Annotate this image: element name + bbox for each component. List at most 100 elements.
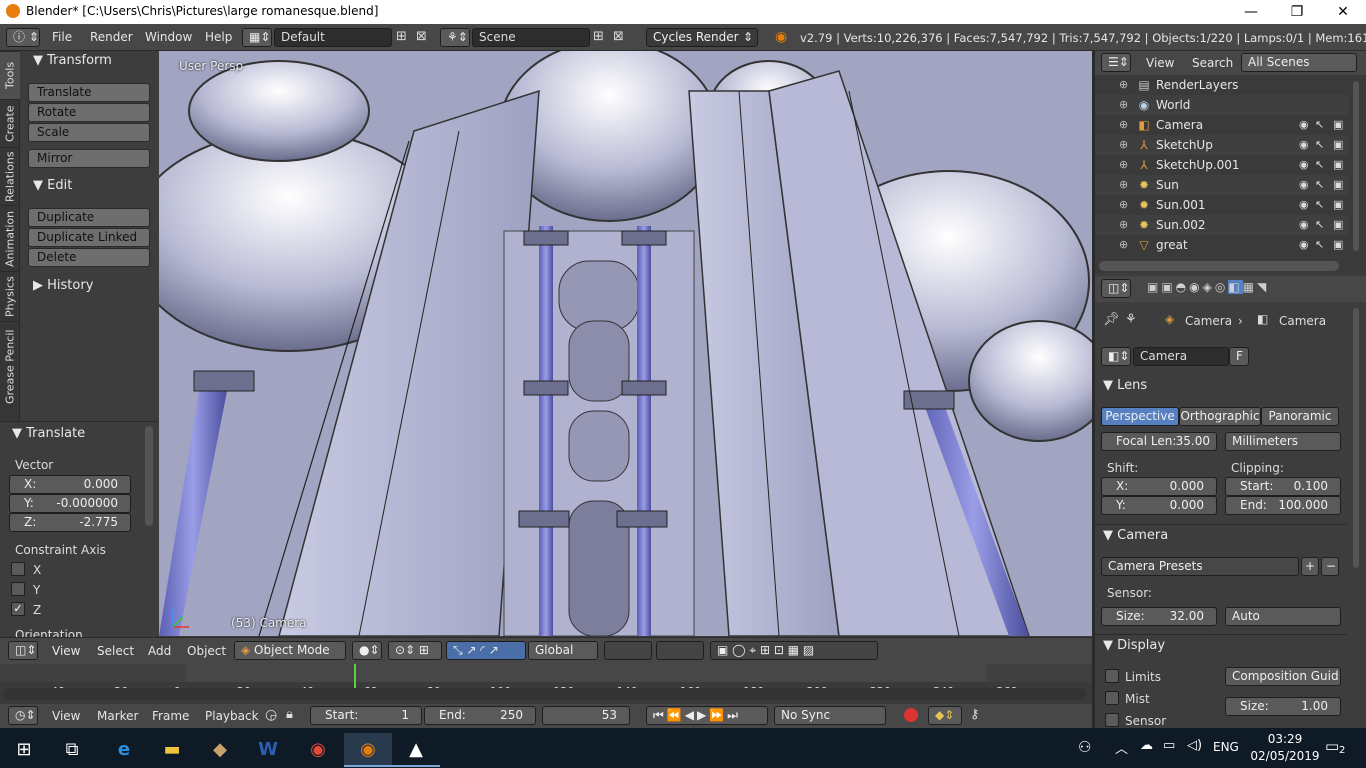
expand-icon[interactable]: ⊕ — [1119, 118, 1128, 131]
visibility-icon[interactable]: ◉ — [1299, 178, 1309, 191]
select-icon[interactable]: ↖ — [1315, 138, 1324, 151]
shift-x-field[interactable]: X: 0.000 — [1101, 477, 1217, 496]
outliner-row[interactable]: ⊕ ✹ Sun.002 ◉ ↖ ▣ — [1095, 215, 1349, 235]
select-icon[interactable]: ↖ — [1315, 218, 1324, 231]
properties-context-tabs[interactable]: ▣▣◓◉◈◎◧▦◥ — [1141, 279, 1321, 298]
viewport-menu-view[interactable]: View — [52, 644, 80, 658]
expand-icon[interactable]: ⊕ — [1119, 78, 1128, 91]
constraint-z-checkbox[interactable]: ✓ — [11, 602, 25, 616]
mirror-button[interactable]: Mirror — [28, 149, 150, 168]
timeline-menu-view[interactable]: View — [52, 709, 80, 723]
editor-type-info-button[interactable]: ⓘ ⇕ — [6, 28, 40, 47]
focal-length-field[interactable]: Focal Len: 35.00 — [1101, 432, 1217, 451]
vector-x-field[interactable]: X: 0.000 — [9, 475, 131, 494]
mist-checkbox[interactable] — [1105, 691, 1119, 705]
select-icon[interactable]: ↖ — [1315, 178, 1324, 191]
screen-layout-icon[interactable]: ▦⇕ — [242, 28, 272, 47]
show-hidden-icons[interactable]: ︿ — [1115, 738, 1128, 757]
keyframe-icon[interactable]: ⚷ — [970, 707, 980, 722]
edit-panel-header[interactable]: ▼ Edit — [33, 178, 72, 193]
expand-icon[interactable]: ⊕ — [1119, 218, 1128, 231]
notifications-icon[interactable]: ▭ — [1325, 737, 1339, 755]
operator-header[interactable]: ▼ Translate — [12, 426, 85, 441]
render-icon[interactable]: ▣ — [1333, 218, 1343, 231]
record-icon[interactable] — [904, 708, 918, 722]
outliner-menu-search[interactable]: Search — [1192, 56, 1233, 70]
scene-icon[interactable]: ⚘⇕ — [440, 28, 470, 47]
viewport-menu-select[interactable]: Select — [97, 644, 134, 658]
tab-tools[interactable]: Tools — [0, 51, 20, 99]
outliner-row[interactable]: ⊕ ✹ Sun.001 ◉ ↖ ▣ — [1095, 195, 1349, 215]
viewport-shading-button[interactable]: ●⇕ — [352, 641, 382, 660]
composition-guides-dropdown[interactable]: Composition Guid — [1225, 667, 1341, 686]
end-frame-field[interactable]: End: 250 — [424, 706, 536, 725]
scale-button[interactable]: Scale — [28, 123, 150, 142]
select-icon[interactable]: ↖ — [1315, 198, 1324, 211]
language-indicator[interactable]: ENG — [1213, 740, 1239, 754]
tab-relations[interactable]: Relations — [0, 147, 20, 205]
expand-icon[interactable]: ⊕ — [1119, 158, 1128, 171]
mode-dropdown[interactable]: ◈ Object Mode — [234, 641, 346, 660]
camera-panel-header[interactable]: ▼ Camera — [1103, 528, 1168, 543]
tab-create[interactable]: Create — [0, 99, 20, 147]
vector-y-field[interactable]: Y: -0.000000 — [9, 494, 131, 513]
sketchup-icon[interactable]: ◆ — [196, 733, 244, 767]
display-panel-header[interactable]: ▼ Display — [1103, 638, 1165, 653]
task-view-icon[interactable]: ⧉ — [48, 733, 96, 767]
visibility-icon[interactable]: ◉ — [1299, 158, 1309, 171]
breadcrumb-camera-data[interactable]: Camera — [1279, 314, 1326, 328]
camera-datablock-browse[interactable]: ◧⇕ — [1101, 347, 1131, 366]
photos-icon[interactable]: ▲ — [392, 733, 440, 767]
timeline-area[interactable]: -40-200204060801001201401601802002202402… — [0, 664, 1092, 704]
lock-icon[interactable]: 🔒︎ — [286, 707, 293, 722]
sensor-size-field[interactable]: Size: 32.00 — [1101, 607, 1217, 626]
translate-button[interactable]: Translate — [28, 83, 150, 102]
transform-orientation-dropdown[interactable]: Global — [528, 641, 598, 660]
history-panel-header[interactable]: ▶ History — [33, 278, 93, 293]
windows-start-icon[interactable]: ⊞ — [0, 733, 48, 767]
layers-grid-2[interactable] — [656, 641, 704, 660]
tab-animation[interactable]: Animation — [0, 205, 20, 271]
people-icon[interactable]: ⚇ — [1078, 738, 1091, 756]
playback-controls[interactable]: ⏮⏪◀▶⏩⏭ — [646, 706, 768, 725]
expand-icon[interactable]: ⊕ — [1119, 178, 1128, 191]
expand-icon[interactable]: ⊕ — [1119, 98, 1128, 111]
clock-time[interactable]: 03:29 — [1255, 732, 1315, 746]
delete-button[interactable]: Delete — [28, 248, 150, 267]
shift-y-field[interactable]: Y: 0.000 — [1101, 496, 1217, 515]
clock-date[interactable]: 02/05/2019 — [1248, 749, 1322, 763]
duplicate-button[interactable]: Duplicate — [28, 208, 150, 227]
outliner-row[interactable]: ⊕ ▽ great ◉ ↖ ▣ — [1095, 235, 1349, 255]
outliner-row[interactable]: ⊕ ◉ World — [1095, 95, 1349, 115]
visibility-icon[interactable]: ◉ — [1299, 118, 1309, 131]
fake-user-button[interactable]: F — [1229, 347, 1249, 366]
render-engine-dropdown[interactable]: Cycles Render ⇕ — [646, 28, 758, 47]
timeline-scrollbar[interactable] — [4, 688, 1086, 700]
viewport-menu-add[interactable]: Add — [148, 644, 171, 658]
select-icon[interactable]: ↖ — [1315, 158, 1324, 171]
current-frame-field[interactable]: 53 — [542, 706, 630, 725]
expand-icon[interactable]: ⊕ — [1119, 238, 1128, 251]
render-icon[interactable]: ▣ — [1333, 158, 1343, 171]
select-icon[interactable]: ↖ — [1315, 238, 1324, 251]
remove-preset-icon[interactable]: − — [1321, 557, 1339, 576]
visibility-icon[interactable]: ◉ — [1299, 218, 1309, 231]
visibility-icon[interactable]: ◉ — [1299, 138, 1309, 151]
tab-grease-pencil[interactable]: Grease Pencil — [0, 321, 20, 411]
timeline-menu-frame[interactable]: Frame — [152, 709, 189, 723]
render-icon[interactable]: ▣ — [1333, 198, 1343, 211]
lens-unit-dropdown[interactable]: Millimeters — [1225, 432, 1341, 451]
start-frame-field[interactable]: Start: 1 — [310, 706, 422, 725]
constraint-x-checkbox[interactable] — [11, 562, 25, 576]
3d-viewport[interactable]: User Persp (53) Camera — [159, 51, 1092, 636]
editor-type-3d-button[interactable]: ◫⇕ — [8, 641, 38, 660]
word-icon[interactable]: W — [244, 733, 292, 767]
snapping-tools[interactable]: ▣ ◯ ⌖ ⊞ ⊡ ▦ ▨ — [710, 641, 878, 660]
duplicate-linked-button[interactable]: Duplicate Linked — [28, 228, 150, 247]
preview-range-icon[interactable]: ◶ — [265, 707, 277, 723]
timeline-menu-marker[interactable]: Marker — [97, 709, 138, 723]
scene-field[interactable]: Scene — [472, 28, 590, 47]
pin-icon[interactable]: 📌︎ — [1103, 312, 1120, 327]
render-icon[interactable]: ▣ — [1333, 238, 1343, 251]
lens-panoramic-button[interactable]: Panoramic — [1261, 407, 1339, 426]
